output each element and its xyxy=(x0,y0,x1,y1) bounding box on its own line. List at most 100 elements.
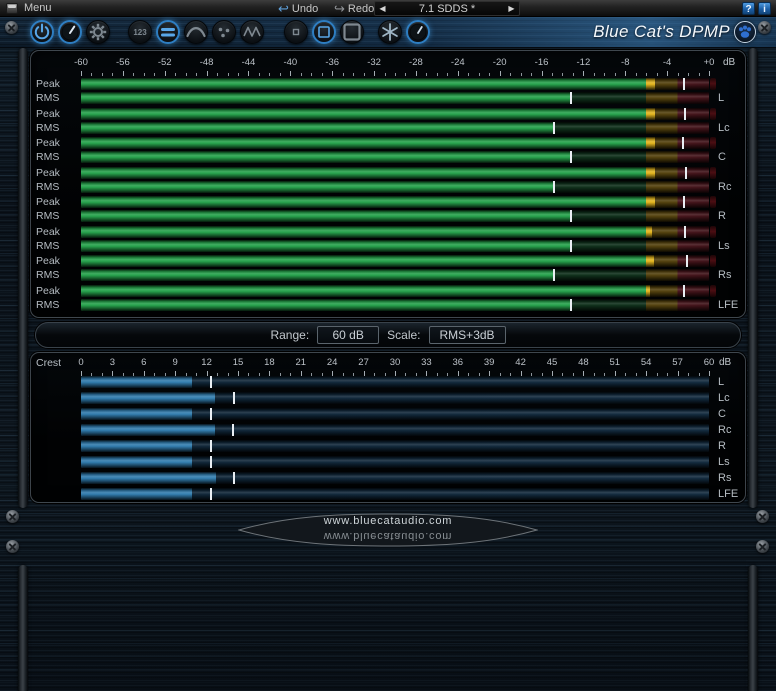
meters-button[interactable] xyxy=(156,20,180,44)
info-button[interactable]: i xyxy=(758,2,771,15)
gear-icon xyxy=(86,20,110,44)
meter-gloss xyxy=(81,210,709,222)
tick-mark xyxy=(447,73,448,76)
crest-rows: LLcCRcRLsRsLFE xyxy=(31,376,745,504)
dial-button[interactable] xyxy=(406,20,430,44)
waveform-icon xyxy=(240,20,264,44)
screw-icon xyxy=(756,540,769,553)
channel-label: L xyxy=(718,92,724,104)
peak-hold-line xyxy=(553,181,555,193)
power-button[interactable] xyxy=(30,20,54,44)
tick-mark xyxy=(353,73,354,76)
app-window-icon xyxy=(6,3,18,14)
crest-meter-row: R xyxy=(31,440,745,452)
tick-mark xyxy=(594,73,595,76)
help-button[interactable]: ? xyxy=(742,2,755,15)
rms-meter-row: RMSR xyxy=(31,210,745,222)
tick-mark xyxy=(615,73,616,76)
redo-button[interactable]: ↪ Redo xyxy=(334,1,374,16)
peak-hold-line xyxy=(684,108,686,120)
blue-cat-paw-logo-icon[interactable] xyxy=(734,21,756,43)
crest-meter-row: Rs xyxy=(31,472,745,484)
small-view-button[interactable] xyxy=(284,20,308,44)
scale-select[interactable]: RMS+3dB xyxy=(429,326,506,344)
clip-indicator xyxy=(710,226,716,238)
undo-button[interactable]: ↩ Undo xyxy=(278,1,318,16)
waveform-button[interactable] xyxy=(240,20,264,44)
preset-prev-button[interactable]: ◀ xyxy=(375,2,390,15)
rms-row-label: RMS xyxy=(36,92,78,104)
rms-meter-row: RMSC xyxy=(31,151,745,163)
meter-channel-block: PeakRMSRc xyxy=(31,167,745,193)
small-square-icon xyxy=(284,20,308,44)
dots-button[interactable] xyxy=(212,20,236,44)
left-rail xyxy=(18,48,28,508)
peak-row-label: Peak xyxy=(36,137,78,149)
settings-button[interactable] xyxy=(86,20,110,44)
crest-meter-track xyxy=(81,440,709,452)
crest-meter-track xyxy=(81,472,709,484)
tick-mark xyxy=(510,73,511,76)
website-url: www.bluecataudio.com xyxy=(238,515,538,527)
peak-meter-row: Peak xyxy=(31,167,745,179)
normal-view-button[interactable] xyxy=(312,20,336,44)
tick-mark xyxy=(667,71,668,76)
peak-hold-line xyxy=(210,376,212,388)
rms-meter-row: RMSRs xyxy=(31,269,745,281)
scale-tick-label: 24 xyxy=(327,357,338,368)
meter-channel-block: PeakRMSRs xyxy=(31,255,745,281)
toolbar-buttons: 123 xyxy=(30,20,434,44)
preset-value[interactable]: 7.1 SDDS * xyxy=(390,2,504,15)
peak-hold-line xyxy=(570,240,572,252)
tick-mark xyxy=(709,71,710,76)
redo-label: Redo xyxy=(348,3,374,15)
meter-channel-block: PeakRMSLFE xyxy=(31,285,745,311)
peak-hold-line xyxy=(570,151,572,163)
tick-mark xyxy=(374,71,375,76)
knob-button[interactable] xyxy=(58,20,82,44)
meter-gloss xyxy=(81,240,709,252)
peak-row-label: Peak xyxy=(36,167,78,179)
channel-label: Rs xyxy=(718,472,731,484)
scale-tick-label: -20 xyxy=(493,57,507,68)
preset-next-button[interactable]: ▶ xyxy=(504,2,519,15)
peak-hold-line xyxy=(210,408,212,420)
tick-mark xyxy=(133,73,134,76)
scale-tick-label: -28 xyxy=(409,57,423,68)
range-select[interactable]: 60 dB xyxy=(317,326,379,344)
tick-mark xyxy=(301,73,302,76)
rms-meter-track xyxy=(81,240,709,252)
scale-tick-label: -60 xyxy=(74,57,88,68)
meter-gloss xyxy=(81,137,709,149)
clip-indicator xyxy=(710,196,716,208)
rms-row-label: RMS xyxy=(36,269,78,281)
scale-tick-label: 42 xyxy=(515,357,526,368)
tick-mark xyxy=(322,73,323,76)
meter-bars-icon xyxy=(156,20,180,44)
menu-button[interactable]: Menu xyxy=(24,2,52,14)
curve-button[interactable] xyxy=(184,20,208,44)
freeze-button[interactable] xyxy=(378,20,402,44)
peak-meter-track xyxy=(81,196,709,208)
tick-mark xyxy=(207,71,208,76)
website-badge[interactable]: www.bluecataudio.com www.bluecataudio.co… xyxy=(238,513,538,547)
scale-tick-label: +0 xyxy=(704,57,715,68)
tick-mark xyxy=(573,73,574,76)
peak-hold-line xyxy=(683,78,685,90)
peak-hold-line xyxy=(686,255,688,267)
meter-gloss xyxy=(81,285,709,297)
scale-tick-label: 48 xyxy=(578,357,589,368)
peak-hold-line xyxy=(685,167,687,179)
crest-scale: 03691215182124273033363942454851545760 xyxy=(81,357,709,368)
rms-meter-row: RMSLc xyxy=(31,122,745,134)
peak-meter-track xyxy=(81,255,709,267)
screw-icon xyxy=(756,510,769,523)
rms-row-label: RMS xyxy=(36,210,78,222)
values-button[interactable]: 123 xyxy=(128,20,152,44)
tick-mark xyxy=(636,73,637,76)
channel-label: L xyxy=(718,376,724,388)
peak-hold-line xyxy=(684,226,686,238)
large-view-button[interactable] xyxy=(340,20,364,44)
dial-icon xyxy=(406,20,430,44)
rms-row-label: RMS xyxy=(36,299,78,311)
